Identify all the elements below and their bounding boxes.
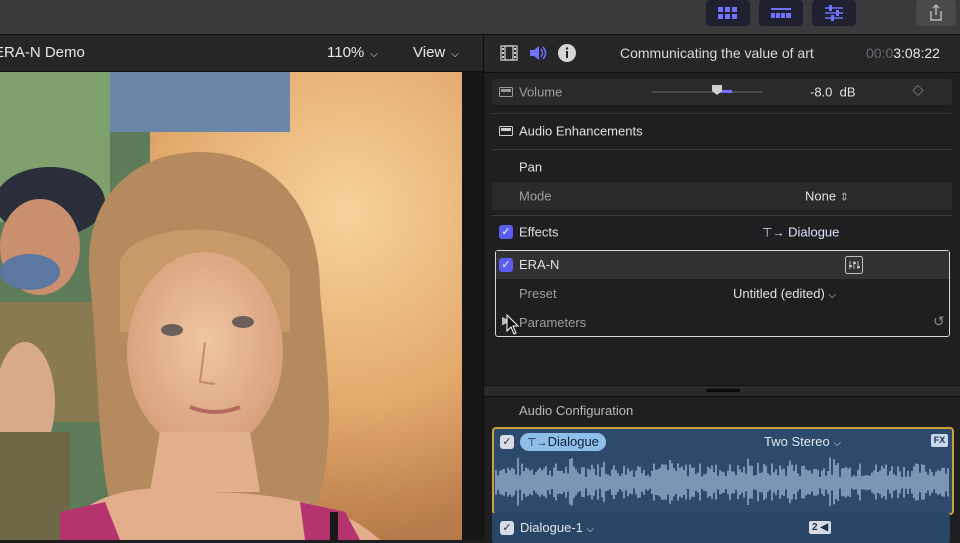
- chevron-down-icon: ⌵: [828, 290, 836, 301]
- mode-popup[interactable]: None ⇕: [805, 189, 849, 204]
- audio-waveform: [495, 457, 949, 506]
- viewer-panel: ERA-N Demo 110% ⌵ View ⌵: [0, 35, 483, 540]
- effect-enable-checkbox[interactable]: ✓: [499, 258, 513, 272]
- clip-title: Communicating the value of art: [620, 45, 814, 61]
- audio-subclip-row[interactable]: ✓ Dialogue-1 ⌵ 2 ◀: [492, 513, 950, 543]
- volume-slider-thumb[interactable]: [712, 85, 722, 95]
- video-still-image: [0, 72, 462, 540]
- split-grip[interactable]: [706, 389, 740, 392]
- viewer-divider: [462, 72, 483, 540]
- editor-window-icon: [845, 256, 863, 274]
- divider: [492, 149, 952, 150]
- speaker-icon: [530, 46, 547, 60]
- timeline-icon: [771, 8, 791, 18]
- fx-badge: FX: [931, 434, 948, 447]
- subclip-popup[interactable]: Dialogue-1 ⌵: [520, 520, 594, 535]
- subclip-channel-badge: 2 ◀: [809, 521, 832, 534]
- mouse-pointer-icon: [506, 314, 520, 335]
- preset-popup[interactable]: Untitled (edited) ⌵: [733, 286, 836, 301]
- effects-role: ⊤→ Dialogue: [762, 225, 839, 240]
- timecode-value: 3:08:22: [893, 45, 940, 61]
- share-icon: [930, 4, 942, 21]
- volume-value[interactable]: -8.0 dB: [810, 85, 856, 100]
- role-arrow-icon: ⊤→: [527, 437, 548, 449]
- effect-era-n: ✓ ERA-N Preset Untitled (edited) ⌵ ▶ Par…: [495, 250, 950, 337]
- parameters-label: Parameters: [519, 315, 587, 330]
- preset-label: Preset: [519, 286, 557, 301]
- browser-grid-button[interactable]: [706, 0, 750, 26]
- effect-header-row: ✓ ERA-N: [496, 251, 949, 279]
- divider: [492, 113, 952, 114]
- volume-label: Volume: [519, 84, 563, 100]
- view-label: View: [413, 44, 446, 61]
- waveform-path: [495, 457, 949, 506]
- info-inspector-tab[interactable]: [557, 43, 577, 68]
- mode-row: Mode None ⇕: [492, 182, 952, 210]
- section-toggle-icon[interactable]: [499, 87, 513, 97]
- chevron-down-icon: ⌵: [833, 438, 841, 449]
- effect-editor-button[interactable]: [845, 256, 863, 279]
- inspector-split-handle[interactable]: [484, 385, 960, 397]
- chevron-down-icon: ⌵: [586, 524, 595, 535]
- audio-configuration-clip[interactable]: ✓ ⊤→Dialogue Two Stereo ⌵ FX: [492, 427, 954, 515]
- mode-value: None: [805, 188, 837, 204]
- effects-header: ✓ Effects ⊤→ Dialogue: [492, 220, 952, 244]
- timecode: 00:03:08:22: [866, 45, 940, 61]
- subclip-badge-value: 2: [812, 522, 818, 533]
- clip-checkbox[interactable]: ✓: [500, 435, 514, 449]
- timecode-dim: 00:0: [866, 45, 894, 61]
- channels-popup[interactable]: Two Stereo ⌵: [764, 434, 841, 449]
- keyframe-icon[interactable]: [912, 84, 924, 100]
- clip-role-label: Dialogue: [547, 434, 599, 449]
- pan-label: Pan: [519, 159, 543, 175]
- updown-chevron-icon: ⇕: [839, 191, 849, 204]
- reset-icon[interactable]: ↺: [933, 313, 945, 330]
- top-toolbar: [0, 0, 960, 35]
- share-button[interactable]: [916, 0, 956, 26]
- zoom-menu[interactable]: 110% ⌵: [327, 44, 378, 61]
- audio-inspector: Communicating the value of art 00:03:08:…: [483, 35, 960, 543]
- subclip-role: Dialogue-1: [520, 520, 583, 535]
- zoom-value: 110%: [327, 44, 365, 61]
- timeline-button[interactable]: [759, 0, 803, 26]
- audio-enhancements-header: Audio Enhancements: [492, 119, 952, 143]
- speaker-icon: ◀: [820, 522, 829, 533]
- pan-header: Pan: [492, 155, 952, 179]
- effects-checkbox[interactable]: ✓: [499, 225, 513, 239]
- view-menu[interactable]: View ⌵: [413, 44, 459, 61]
- preset-value: Untitled (edited): [733, 286, 825, 301]
- effects-role-label: Dialogue: [788, 224, 840, 240]
- audio-inspector-tab[interactable]: [528, 44, 548, 67]
- divider: [492, 215, 952, 216]
- volume-slider[interactable]: [652, 85, 762, 95]
- section-toggle-icon[interactable]: [499, 126, 513, 136]
- inspector-header: Communicating the value of art 00:03:08:…: [484, 35, 960, 73]
- effects-label: Effects: [519, 224, 559, 240]
- volume-row: Volume -8.0 dB: [492, 79, 952, 105]
- audio-configuration-label: Audio Configuration: [519, 403, 634, 418]
- info-icon: [558, 44, 576, 62]
- subclip-checkbox[interactable]: ✓: [500, 521, 514, 535]
- inspector-button[interactable]: [812, 0, 856, 26]
- viewer-title: ERA-N Demo: [0, 44, 85, 61]
- sliders-icon: [825, 5, 843, 21]
- viewer-header: ERA-N Demo 110% ⌵ View ⌵: [0, 35, 483, 72]
- mode-label: Mode: [519, 188, 552, 204]
- grid-icon: [718, 7, 737, 19]
- chevron-down-icon: ⌵: [370, 49, 378, 60]
- role-arrow-icon: ⊤→: [762, 225, 785, 240]
- channels-value: Two Stereo: [764, 434, 830, 449]
- clip-role-pill[interactable]: ⊤→Dialogue: [520, 433, 606, 451]
- audio-enhancements-label: Audio Enhancements: [519, 123, 643, 139]
- effect-name: ERA-N: [519, 257, 560, 272]
- film-icon: [500, 45, 518, 61]
- video-inspector-tab[interactable]: [500, 45, 518, 66]
- chevron-down-icon: ⌵: [451, 49, 459, 60]
- video-frame: [0, 72, 462, 540]
